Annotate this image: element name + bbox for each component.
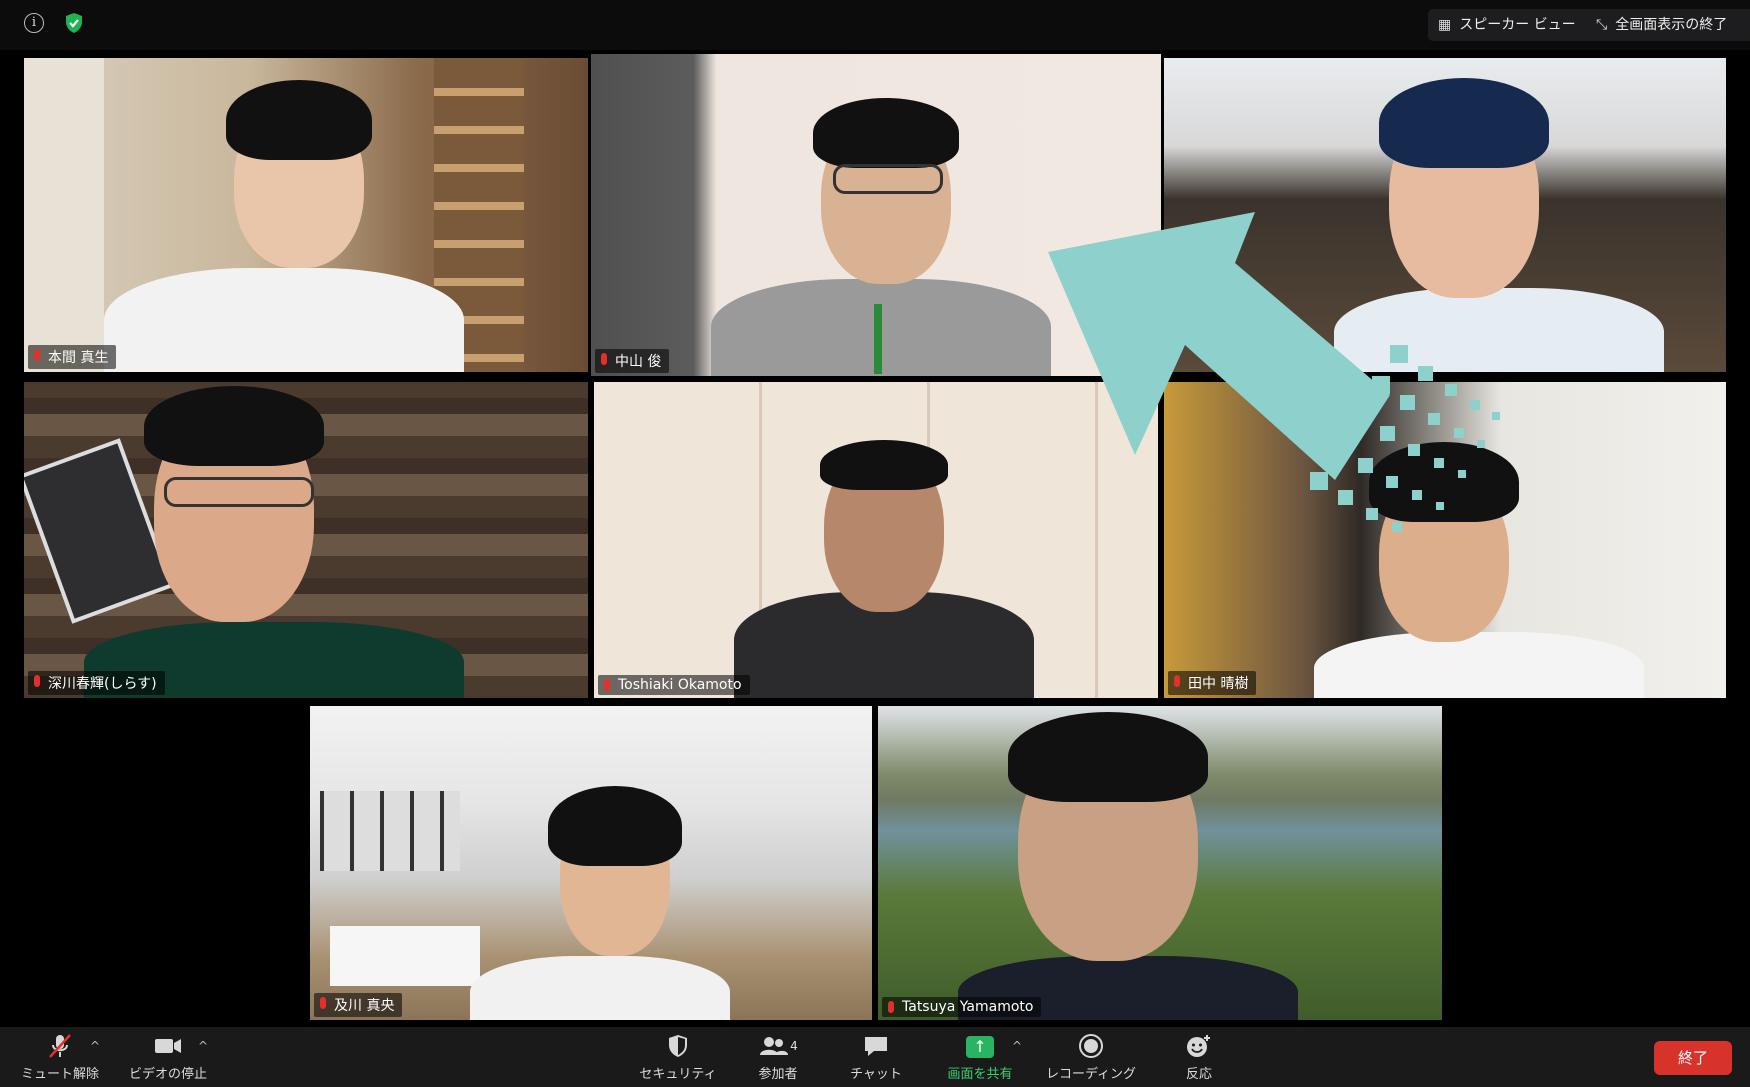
- record-icon: [1040, 1033, 1142, 1059]
- share-options-caret-icon[interactable]: ^: [1012, 1039, 1022, 1053]
- exit-fullscreen-button[interactable]: ⤡ 全画面表示の終了: [1586, 9, 1750, 41]
- record-button[interactable]: レコーディング: [1040, 1027, 1142, 1087]
- participant-name-tag: 深川春輝(しらす): [28, 671, 165, 695]
- exit-fullscreen-icon: ⤡: [1596, 17, 1608, 33]
- muted-mic-icon: [1174, 675, 1180, 687]
- muted-mic-icon: [888, 1001, 894, 1013]
- audio-options-caret-icon[interactable]: ^: [90, 1039, 100, 1053]
- muted-mic-icon: [34, 349, 40, 361]
- chat-button[interactable]: チャット: [830, 1027, 922, 1087]
- stop-video-button[interactable]: ビデオの停止: [122, 1027, 214, 1087]
- participant-name-tag: Tatsuya Yamamoto: [882, 997, 1042, 1017]
- muted-mic-icon: [320, 997, 326, 1009]
- share-screen-button[interactable]: ↑ 画面を共有: [932, 1027, 1028, 1087]
- shield-icon: [630, 1033, 726, 1059]
- speaker-view-button[interactable]: ▦ スピーカー ビュー: [1428, 9, 1598, 41]
- muted-mic-icon: [604, 679, 610, 691]
- info-icon[interactable]: i: [24, 13, 44, 33]
- participants-button[interactable]: 4 参加者: [730, 1027, 826, 1087]
- smiley-add-icon: [1156, 1033, 1242, 1059]
- participant-name-tag: 田中 晴樹: [1168, 671, 1257, 695]
- unmute-button[interactable]: ミュート解除: [14, 1027, 106, 1087]
- sofa: [330, 926, 480, 986]
- video-tile-6[interactable]: 田中 晴樹: [1164, 382, 1726, 698]
- grid-icon: ▦: [1438, 17, 1452, 33]
- video-tile-7[interactable]: 及川 真央: [310, 706, 872, 1020]
- video-tile-5[interactable]: Toshiaki Okamoto: [594, 382, 1158, 698]
- lanyard: [874, 304, 882, 374]
- participant-name-tag: Toshiaki Okamoto: [598, 675, 750, 695]
- security-button[interactable]: セキュリティ: [630, 1027, 726, 1087]
- muted-mic-icon: [601, 353, 607, 365]
- shield-check-icon[interactable]: [64, 12, 84, 34]
- participant-name-tag: 及川 真央: [314, 993, 403, 1017]
- video-options-caret-icon[interactable]: ^: [198, 1039, 208, 1053]
- meeting-top-bar: i ▦ スピーカー ビュー ⤡ 全画面表示の終了: [0, 0, 1750, 50]
- participant-count: 4: [790, 1039, 798, 1053]
- video-tile-8[interactable]: Tatsuya Yamamoto: [878, 706, 1442, 1020]
- reactions-button[interactable]: 反応: [1156, 1027, 1242, 1087]
- participant-name-tag: 中山 俊: [595, 349, 670, 373]
- video-tile-3[interactable]: [1164, 58, 1726, 372]
- windows: [320, 791, 460, 871]
- video-tile-2-active-speaker[interactable]: 中山 俊: [591, 54, 1161, 376]
- video-tile-4[interactable]: 深川春輝(しらす): [24, 382, 588, 698]
- participants-icon: 4: [730, 1033, 826, 1059]
- meeting-toolbar: ミュート解除 ^ ビデオの停止 ^ セキュリティ 4 参加者 チャット ↑ 画面…: [0, 1027, 1750, 1087]
- end-meeting-button[interactable]: 終了: [1654, 1041, 1732, 1075]
- muted-mic-icon: [34, 675, 40, 687]
- chat-bubble-icon: [830, 1033, 922, 1059]
- video-tile-1[interactable]: 本間 真生: [24, 58, 588, 372]
- participant-name-tag: 本間 真生: [28, 345, 117, 369]
